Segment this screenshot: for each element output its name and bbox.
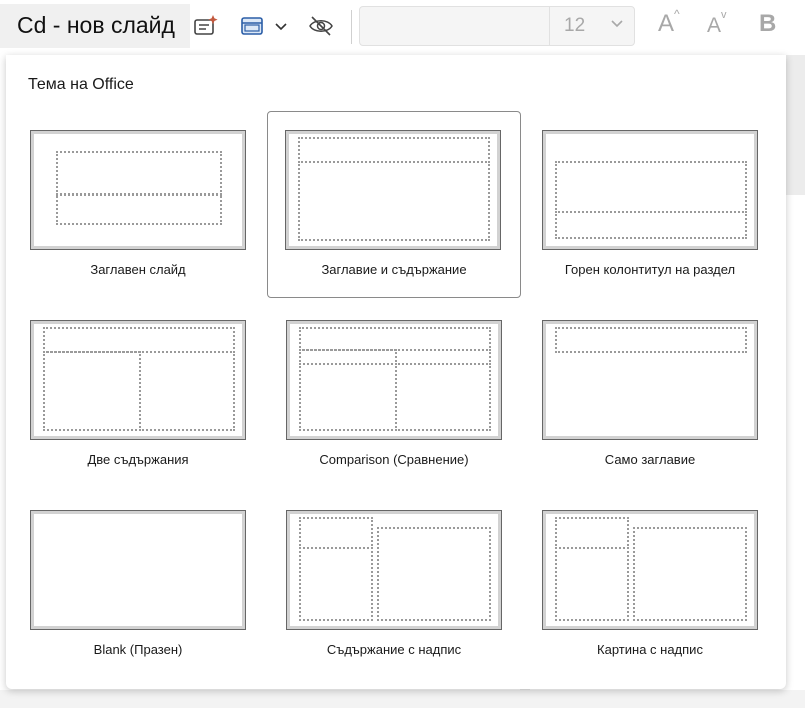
layout-blank[interactable]: Blank (Празен): [12, 491, 264, 676]
ribbon-toolbar: Cd - нов слайд 12 A^ Av B: [0, 0, 805, 55]
layout-label: Заглавие и съдържание: [321, 262, 467, 277]
decrease-font-label: A: [707, 14, 722, 37]
layout-label: Картина с надпис: [597, 642, 703, 657]
layout-thumbnail: [542, 130, 758, 250]
layout-content-with-caption[interactable]: Съдържание с надпис: [268, 491, 520, 676]
layout-thumbnail: [542, 510, 758, 630]
new-slide-button[interactable]: Cd - нов слайд: [0, 4, 190, 48]
layout-comparison[interactable]: Comparison (Сравнение): [268, 301, 520, 486]
layout-thumbnail: [285, 130, 501, 250]
decrease-font-size-button[interactable]: Av: [707, 9, 727, 38]
increase-font-label: A: [658, 10, 675, 37]
layout-title-and-content[interactable]: Заглавие и съдържание: [267, 111, 521, 298]
layout-thumbnail: [542, 320, 758, 440]
layout-two-content[interactable]: Две съдържания: [12, 301, 264, 486]
layout-title-only[interactable]: Само заглавие: [524, 301, 776, 486]
layout-label: Две съдържания: [87, 452, 189, 467]
layout-thumbnail: [30, 320, 246, 440]
layout-label: Само заглавие: [604, 452, 696, 467]
caret-down-icon: v: [721, 9, 727, 21]
layout-picture-with-caption[interactable]: Картина с надпис: [524, 491, 776, 676]
chevron-down-icon[interactable]: [608, 14, 626, 37]
layout-label: Съдържание с надпис: [326, 642, 462, 657]
hide-slide-icon[interactable]: [306, 11, 336, 41]
layout-label: Заглавен слайд: [90, 262, 186, 277]
layout-label: Comparison (Сравнение): [319, 452, 469, 467]
bold-button[interactable]: B: [759, 10, 776, 38]
layout-thumbnail: [30, 130, 246, 250]
toolbar-separator: [351, 10, 352, 44]
chevron-down-icon[interactable]: [266, 11, 296, 41]
layout-label: Горен колонтитул на раздел: [564, 262, 736, 277]
font-size-value[interactable]: 12: [564, 15, 585, 37]
layout-icon[interactable]: [237, 11, 267, 41]
layout-thumbnail: [286, 320, 502, 440]
theme-header: Тема на Office: [28, 76, 134, 93]
layout-thumbnail: [30, 510, 246, 630]
caret-up-icon: ^: [674, 7, 680, 21]
increase-font-size-button[interactable]: A^: [658, 7, 680, 38]
designer-icon[interactable]: [191, 11, 221, 41]
font-name-dropdown[interactable]: [360, 7, 550, 45]
layout-title-slide[interactable]: Заглавен слайд: [12, 111, 264, 296]
layout-section-header[interactable]: Горен колонтитул на раздел: [524, 111, 776, 296]
font-picker: [359, 6, 635, 46]
layout-label: Blank (Празен): [93, 642, 183, 657]
new-slide-label: Cd - нов слайд: [17, 12, 175, 38]
layout-gallery-panel: Тема на Office Заглавен слайд Заглавие и…: [6, 55, 786, 689]
editor-bottom-strip: [0, 690, 805, 708]
layout-thumbnail: [286, 510, 502, 630]
